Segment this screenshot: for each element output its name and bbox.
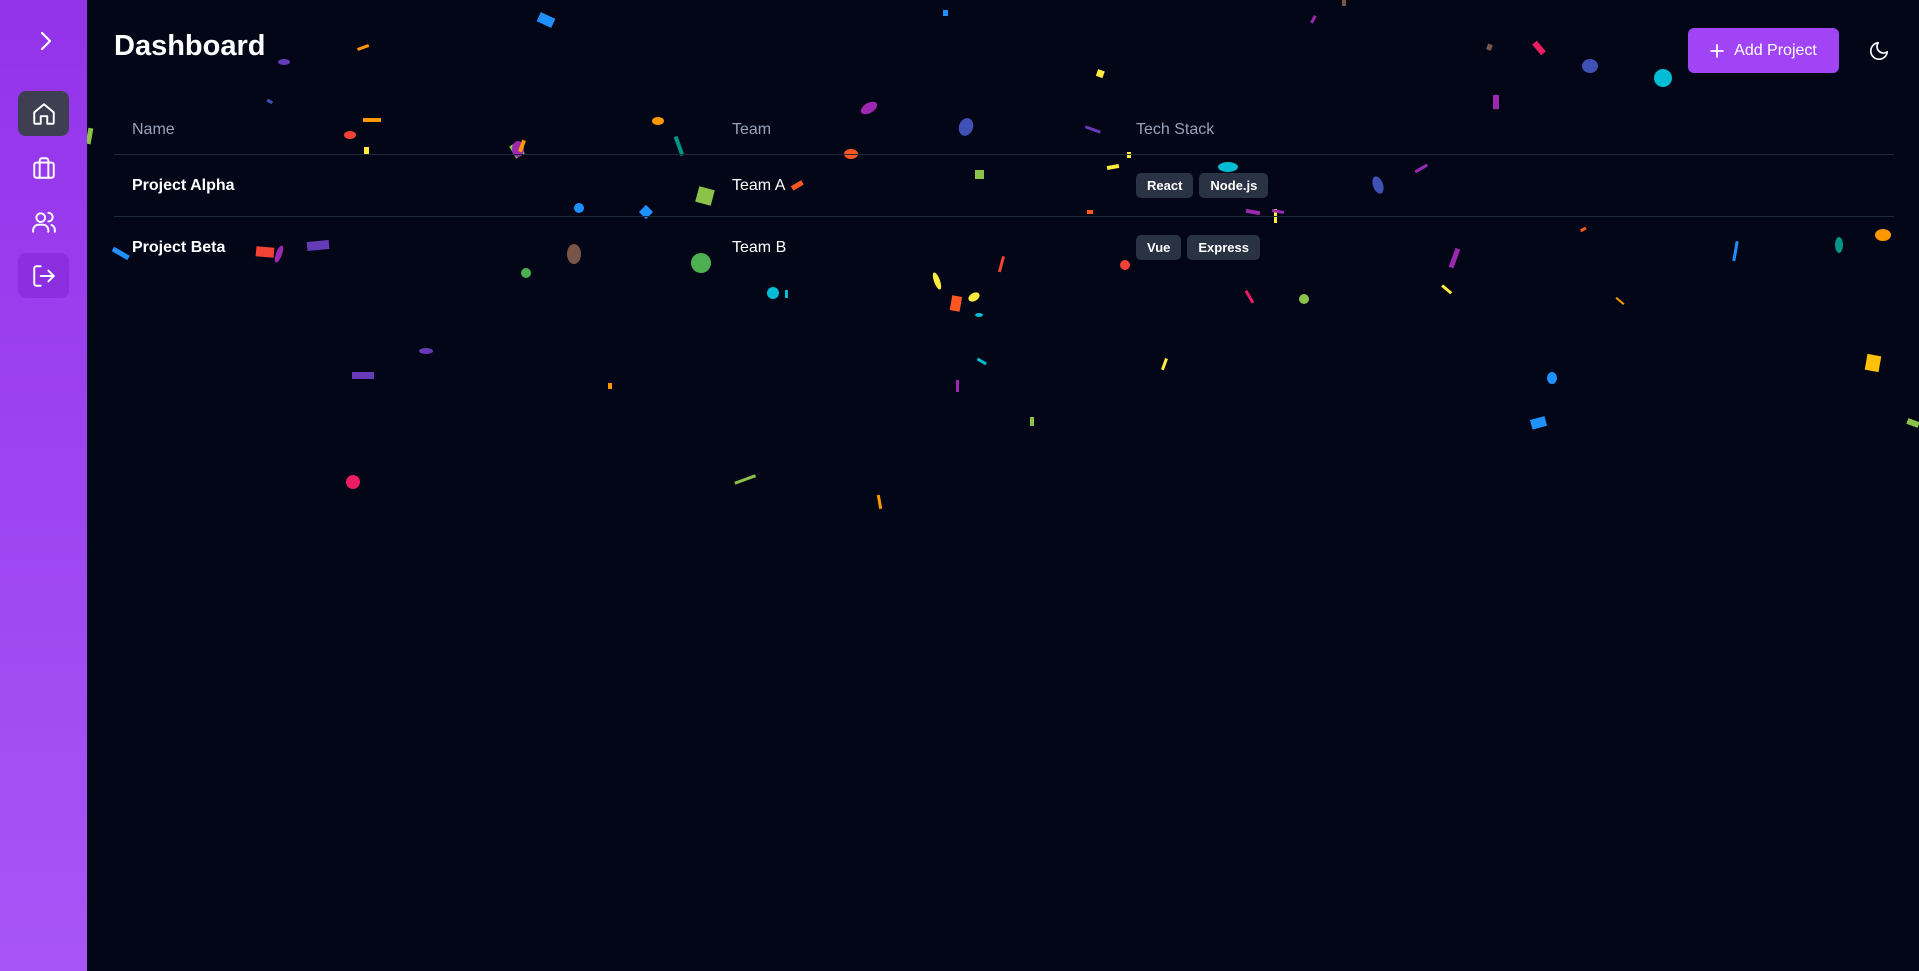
tech-badge: Vue <box>1136 235 1182 260</box>
add-project-label: Add Project <box>1734 41 1817 59</box>
tech-badge: Express <box>1187 235 1260 260</box>
tech-badge: Node.js <box>1199 173 1269 198</box>
log-out-icon <box>32 264 55 287</box>
briefcase-icon <box>32 156 55 179</box>
projects-table: Name Team Tech Stack Project Alpha Team … <box>114 106 1894 278</box>
project-team: Team B <box>732 238 787 256</box>
table-row[interactable]: Project Beta Team B Vue Express <box>114 217 1894 278</box>
theme-toggle-button[interactable] <box>1864 36 1894 66</box>
add-project-button[interactable]: Add Project <box>1688 28 1839 73</box>
project-name[interactable]: Project Alpha <box>132 155 235 216</box>
sidebar-toggle-button[interactable] <box>33 26 59 56</box>
column-header-team[interactable]: Team <box>732 106 771 154</box>
page-title: Dashboard <box>114 30 266 62</box>
column-header-name[interactable]: Name <box>132 106 175 154</box>
users-icon <box>31 211 56 233</box>
sidebar-item-home[interactable] <box>18 91 69 136</box>
sidebar-item-projects[interactable] <box>18 145 69 190</box>
home-icon <box>32 102 55 125</box>
tech-stack-list: React Node.js <box>1136 155 1269 216</box>
sidebar-item-logout[interactable] <box>18 253 69 298</box>
project-team: Team A <box>732 176 786 194</box>
tech-stack-list: Vue Express <box>1136 217 1260 278</box>
chevron-right-icon <box>40 31 52 51</box>
table-row[interactable]: Project Alpha Team A React Node.js <box>114 155 1894 217</box>
tech-badge: React <box>1136 173 1194 198</box>
moon-icon <box>1869 41 1889 61</box>
project-name[interactable]: Project Beta <box>132 217 225 278</box>
app-root: Dashboard Add Project Name Team Tech Sta… <box>0 0 1919 971</box>
column-header-tech-stack[interactable]: Tech Stack <box>1136 106 1214 154</box>
sidebar-item-team[interactable] <box>18 199 69 244</box>
table-header-row: Name Team Tech Stack <box>114 106 1894 155</box>
plus-icon <box>1710 43 1725 58</box>
sidebar <box>0 0 87 971</box>
